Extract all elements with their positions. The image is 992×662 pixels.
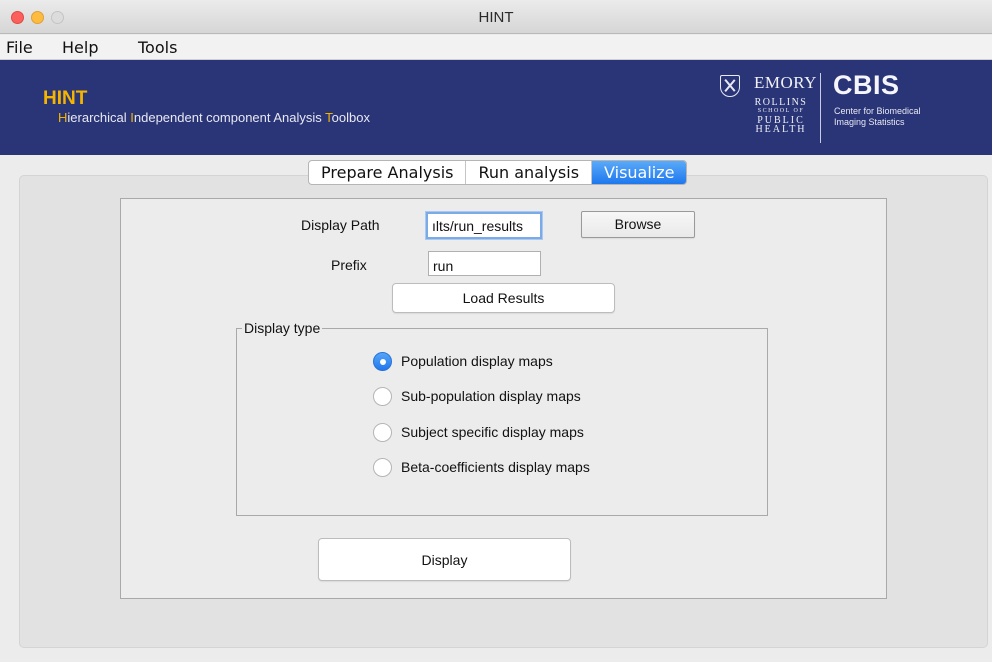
radio-label: Sub-population display maps (401, 388, 581, 404)
radio-sub-population-display-maps[interactable]: Sub-population display maps (373, 386, 581, 406)
browse-button[interactable]: Browse (581, 211, 695, 238)
menu-bar: File Help Tools (0, 35, 992, 60)
display-path-label: Display Path (301, 217, 380, 233)
radio-beta-coefficients-display-maps[interactable]: Beta-coefficients display maps (373, 457, 590, 477)
subtitle-ndependent: ndependent component Analysis (133, 110, 326, 125)
subtitle-h: H (58, 110, 68, 125)
radio-unchecked-icon[interactable] (373, 386, 392, 406)
radio-population-display-maps[interactable]: Population display maps (373, 351, 553, 371)
cbis-subtitle-line-2: Imaging Statistics (834, 117, 905, 127)
menu-file[interactable]: File (6, 38, 33, 57)
header-banner: HINT Hierarchical Independent component … (0, 60, 992, 155)
menu-tools[interactable]: Tools (138, 38, 177, 57)
radio-checked-icon[interactable] (373, 351, 392, 371)
rollins-logo-text: ROLLINS SCHOOL OF PUBLIC HEALTH (752, 97, 810, 135)
display-path-input[interactable]: ılts/run_results (426, 212, 542, 239)
menu-help[interactable]: Help (62, 38, 98, 57)
tab-bar: Prepare Analysis Run analysis Visualize (308, 160, 688, 185)
emory-logo-text: EMORY (754, 73, 817, 92)
rollins-line-4: HEALTH (755, 124, 807, 135)
subtitle-oolbox: oolbox (331, 110, 370, 125)
display-type-title: Display type (242, 320, 323, 336)
radio-label: Population display maps (401, 353, 553, 369)
load-results-button[interactable]: Load Results (392, 283, 615, 313)
hint-window: HINT File Help Tools HINT Hierarchical I… (0, 0, 992, 662)
subtitle-ierarchical: ierarchical (67, 110, 131, 125)
radio-unchecked-icon[interactable] (373, 457, 392, 477)
cbis-logo-subtitle: Center for Biomedical Imaging Statistics (834, 106, 921, 128)
app-subtitle: Hierarchical Independent component Analy… (58, 110, 370, 125)
tab-prepare-analysis[interactable]: Prepare Analysis (309, 161, 467, 184)
rollins-line-1: ROLLINS (754, 97, 808, 108)
radio-label: Subject specific display maps (401, 424, 584, 440)
prefix-input[interactable]: run (428, 251, 541, 276)
radio-subject-specific-display-maps[interactable]: Subject specific display maps (373, 422, 584, 442)
tab-visualize[interactable]: Visualize (592, 161, 687, 184)
emory-shield-icon (720, 75, 740, 97)
prefix-label: Prefix (331, 257, 367, 273)
cbis-subtitle-line-1: Center for Biomedical (834, 106, 921, 116)
radio-label: Beta-coefficients display maps (401, 459, 590, 475)
radio-unchecked-icon[interactable] (373, 422, 392, 442)
cbis-logo-text: CBIS (833, 70, 900, 100)
tab-run-analysis[interactable]: Run analysis (466, 161, 593, 184)
app-title: HINT (43, 88, 88, 109)
title-bar[interactable]: HINT (0, 0, 992, 34)
window-title: HINT (478, 9, 514, 26)
display-button[interactable]: Display (318, 538, 571, 581)
logo-divider (820, 73, 821, 143)
